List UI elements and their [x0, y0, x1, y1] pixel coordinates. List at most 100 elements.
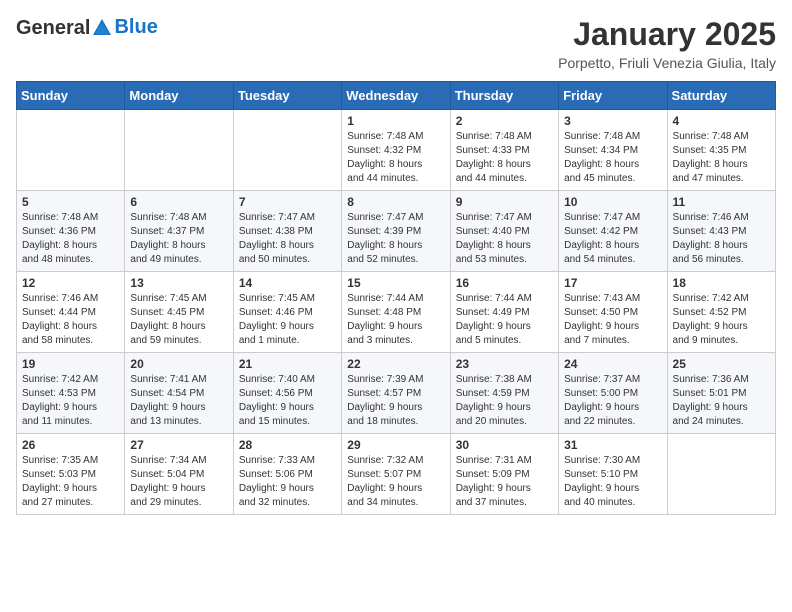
logo: General Blue: [16, 16, 158, 39]
day-number: 6: [130, 195, 227, 209]
day-info: Sunrise: 7:31 AM Sunset: 5:09 PM Dayligh…: [456, 454, 553, 510]
table-row: 22Sunrise: 7:39 AM Sunset: 4:57 PM Dayli…: [342, 353, 450, 434]
day-info: Sunrise: 7:42 AM Sunset: 4:52 PM Dayligh…: [673, 292, 770, 348]
day-number: 11: [673, 195, 770, 209]
header-friday: Friday: [559, 82, 667, 110]
calendar-subtitle: Porpetto, Friuli Venezia Giulia, Italy: [558, 55, 776, 71]
table-row: 29 Sunrise: 7:32 AM Sunset: 5:07 PM Dayli…: [342, 434, 450, 515]
day-number: 1: [347, 114, 444, 128]
day-number: 27: [130, 438, 227, 452]
day-info: Sunrise: 7:46 AM Sunset: 4:43 PM Dayligh…: [673, 211, 770, 267]
table-row: 6 Sunrise: 7:48 AM Sunset: 4:37 PM Daylig…: [125, 191, 233, 272]
calendar-table: Sunday Monday Tuesday Wednesday Thursday…: [16, 81, 776, 515]
day-info: Sunrise: 7:38 AM Sunset: 4:59 PM Dayligh…: [456, 373, 553, 429]
header-tuesday: Tuesday: [233, 82, 341, 110]
day-info: Sunrise: 7:35 AM Sunset: 5:03 PM Dayligh…: [22, 454, 119, 510]
table-row: 16Sunrise: 7:44 AM Sunset: 4:49 PM Dayli…: [450, 272, 558, 353]
day-info: Sunrise: 7:48 AM Sunset: 4:33 PM Dayligh…: [456, 130, 553, 186]
table-row: 28Sunrise: 7:33 AM Sunset: 5:06 PM Dayli…: [233, 434, 341, 515]
table-row: 7 Sunrise: 7:47 AM Sunset: 4:38 PM Daylig…: [233, 191, 341, 272]
day-info: Sunrise: 7:42 AM Sunset: 4:53 PM Dayligh…: [22, 373, 119, 429]
table-row: 18 Sunrise: 7:42 AM Sunset: 4:52 PM Dayli…: [667, 272, 775, 353]
day-number: 22: [347, 357, 444, 371]
table-row: 3 Sunrise: 7:48 AM Sunset: 4:34 PM Daylig…: [559, 110, 667, 191]
day-number: 29: [347, 438, 444, 452]
table-row: 17 Sunrise: 7:43 AM Sunset: 4:50 PM Dayli…: [559, 272, 667, 353]
day-number: 26: [22, 438, 119, 452]
day-info: Sunrise: 7:40 AM Sunset: 4:56 PM Dayligh…: [239, 373, 336, 429]
day-number: 3: [564, 114, 661, 128]
table-row: 4 Sunrise: 7:48 AM Sunset: 4:35 PM Daylig…: [667, 110, 775, 191]
day-info: Sunrise: 7:48 AM Sunset: 4:34 PM Dayligh…: [564, 130, 661, 186]
table-row: 2Sunrise: 7:48 AM Sunset: 4:33 PM Daylig…: [450, 110, 558, 191]
day-info: Sunrise: 7:43 AM Sunset: 4:50 PM Dayligh…: [564, 292, 661, 348]
day-info: Sunrise: 7:46 AM Sunset: 4:44 PM Dayligh…: [22, 292, 119, 348]
calendar-week-row: 26 Sunrise: 7:35 AM Sunset: 5:03 PM Dayli…: [17, 434, 776, 515]
table-row: 8 Sunrise: 7:47 AM Sunset: 4:39 PM Daylig…: [342, 191, 450, 272]
calendar-week-row: 12 Sunrise: 7:46 AM Sunset: 4:44 PM Dayli…: [17, 272, 776, 353]
table-row: 21 Sunrise: 7:40 AM Sunset: 4:56 PM Dayli…: [233, 353, 341, 434]
day-info: Sunrise: 7:45 AM Sunset: 4:45 PM Dayligh…: [130, 292, 227, 348]
day-number: 7: [239, 195, 336, 209]
day-number: 21: [239, 357, 336, 371]
page-header: General Blue January 2025 Porpetto, Friu…: [16, 16, 776, 71]
day-number: 25: [673, 357, 770, 371]
table-row: 31 Sunrise: 7:30 AM Sunset: 5:10 PM Dayli…: [559, 434, 667, 515]
day-info: Sunrise: 7:47 AM Sunset: 4:39 PM Dayligh…: [347, 211, 444, 267]
table-row: [233, 110, 341, 191]
day-number: 14: [239, 276, 336, 290]
day-info: Sunrise: 7:33 AM Sunset: 5:06 PM Dayligh…: [239, 454, 336, 510]
day-number: 8: [347, 195, 444, 209]
logo-icon: [91, 17, 113, 39]
table-row: 13 Sunrise: 7:45 AM Sunset: 4:45 PM Dayli…: [125, 272, 233, 353]
table-row: [667, 434, 775, 515]
calendar-week-row: 1 Sunrise: 7:48 AM Sunset: 4:32 PM Daylig…: [17, 110, 776, 191]
day-info: Sunrise: 7:44 AM Sunset: 4:49 PM Dayligh…: [456, 292, 553, 348]
day-info: Sunrise: 7:47 AM Sunset: 4:40 PM Dayligh…: [456, 211, 553, 267]
day-number: 30: [456, 438, 553, 452]
table-row: 1 Sunrise: 7:48 AM Sunset: 4:32 PM Daylig…: [342, 110, 450, 191]
logo-general: General: [16, 18, 90, 38]
day-number: 23: [456, 357, 553, 371]
day-info: Sunrise: 7:48 AM Sunset: 4:32 PM Dayligh…: [347, 130, 444, 186]
calendar-week-row: 19 Sunrise: 7:42 AM Sunset: 4:53 PM Dayli…: [17, 353, 776, 434]
day-info: Sunrise: 7:36 AM Sunset: 5:01 PM Dayligh…: [673, 373, 770, 429]
day-number: 4: [673, 114, 770, 128]
day-number: 19: [22, 357, 119, 371]
day-number: 24: [564, 357, 661, 371]
table-row: 27 Sunrise: 7:34 AM Sunset: 5:04 PM Dayli…: [125, 434, 233, 515]
title-block: January 2025 Porpetto, Friuli Venezia Gi…: [558, 16, 776, 71]
day-info: Sunrise: 7:34 AM Sunset: 5:04 PM Dayligh…: [130, 454, 227, 510]
table-row: 14Sunrise: 7:45 AM Sunset: 4:46 PM Dayli…: [233, 272, 341, 353]
day-number: 20: [130, 357, 227, 371]
day-info: Sunrise: 7:30 AM Sunset: 5:10 PM Dayligh…: [564, 454, 661, 510]
header-thursday: Thursday: [450, 82, 558, 110]
day-info: Sunrise: 7:37 AM Sunset: 5:00 PM Dayligh…: [564, 373, 661, 429]
day-info: Sunrise: 7:32 AM Sunset: 5:07 PM Dayligh…: [347, 454, 444, 510]
day-number: 12: [22, 276, 119, 290]
day-info: Sunrise: 7:47 AM Sunset: 4:38 PM Dayligh…: [239, 211, 336, 267]
table-row: [17, 110, 125, 191]
day-info: Sunrise: 7:48 AM Sunset: 4:36 PM Dayligh…: [22, 211, 119, 267]
day-info: Sunrise: 7:48 AM Sunset: 4:37 PM Dayligh…: [130, 211, 227, 267]
day-info: Sunrise: 7:48 AM Sunset: 4:35 PM Dayligh…: [673, 130, 770, 186]
day-number: 5: [22, 195, 119, 209]
table-row: 5 Sunrise: 7:48 AM Sunset: 4:36 PM Daylig…: [17, 191, 125, 272]
table-row: [125, 110, 233, 191]
day-number: 18: [673, 276, 770, 290]
calendar-header-row: Sunday Monday Tuesday Wednesday Thursday…: [17, 82, 776, 110]
day-number: 10: [564, 195, 661, 209]
day-number: 17: [564, 276, 661, 290]
header-sunday: Sunday: [17, 82, 125, 110]
header-monday: Monday: [125, 82, 233, 110]
header-saturday: Saturday: [667, 82, 775, 110]
table-row: 23 Sunrise: 7:38 AM Sunset: 4:59 PM Dayli…: [450, 353, 558, 434]
table-row: 12 Sunrise: 7:46 AM Sunset: 4:44 PM Dayli…: [17, 272, 125, 353]
calendar-week-row: 5 Sunrise: 7:48 AM Sunset: 4:36 PM Daylig…: [17, 191, 776, 272]
day-number: 31: [564, 438, 661, 452]
day-number: 13: [130, 276, 227, 290]
day-number: 9: [456, 195, 553, 209]
table-row: 11 Sunrise: 7:46 AM Sunset: 4:43 PM Dayli…: [667, 191, 775, 272]
table-row: 19 Sunrise: 7:42 AM Sunset: 4:53 PM Dayli…: [17, 353, 125, 434]
table-row: 26 Sunrise: 7:35 AM Sunset: 5:03 PM Dayli…: [17, 434, 125, 515]
